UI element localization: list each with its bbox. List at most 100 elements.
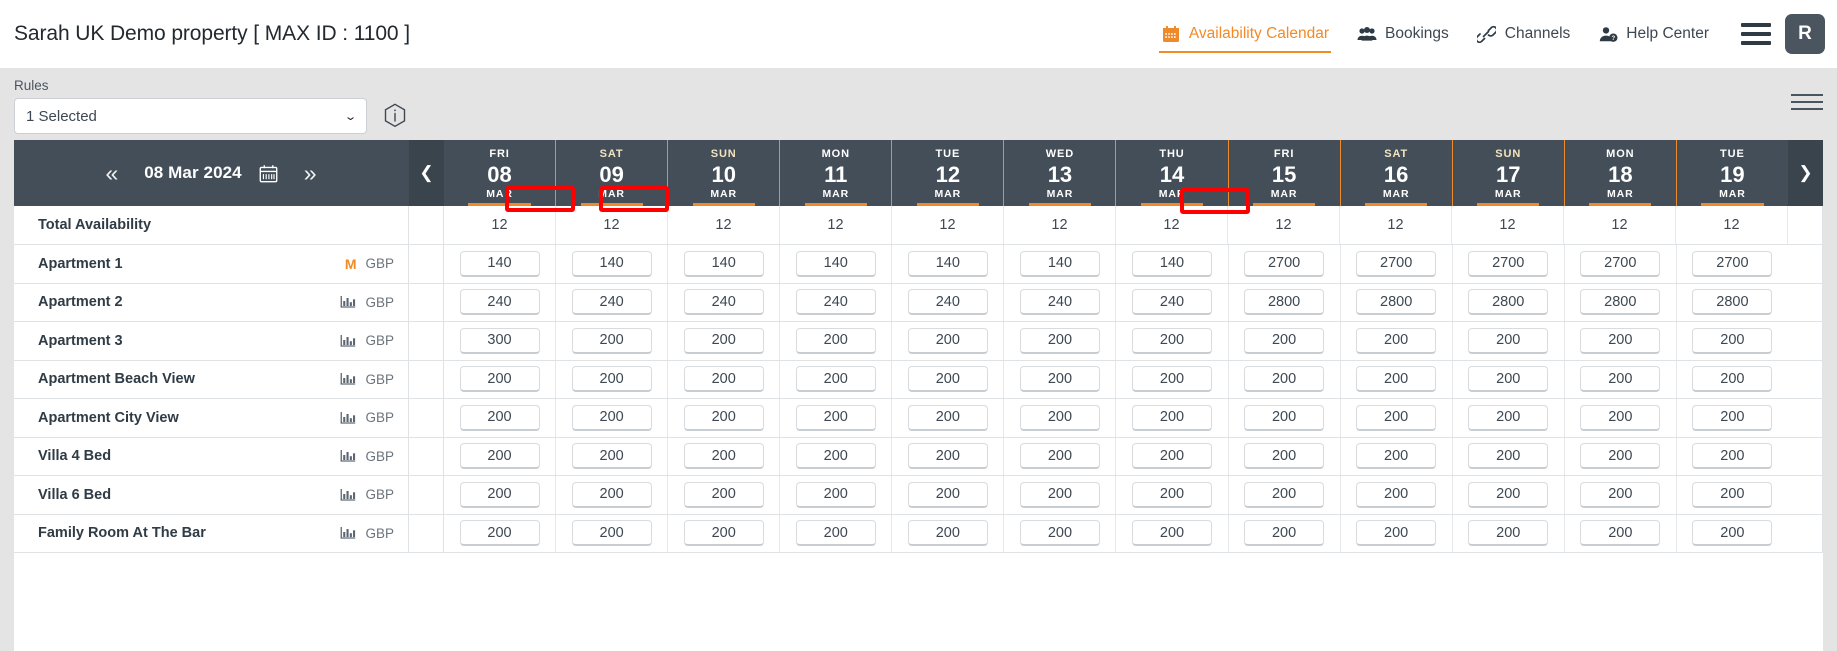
price-cell[interactable]: 200 <box>668 322 780 360</box>
price-input[interactable]: 200 <box>1468 328 1548 354</box>
availability-cell[interactable]: 12 <box>1228 206 1340 244</box>
price-cell[interactable]: 200 <box>668 515 780 553</box>
price-cell[interactable]: 2800 <box>1565 284 1677 322</box>
day-header-11[interactable]: MON11MAR <box>780 140 892 206</box>
price-input[interactable]: 200 <box>908 520 988 546</box>
price-input[interactable]: 200 <box>796 520 876 546</box>
price-cell[interactable]: 240 <box>556 284 668 322</box>
price-input[interactable]: 200 <box>1580 405 1660 431</box>
price-input[interactable]: 200 <box>1020 366 1100 392</box>
price-cell[interactable]: 240 <box>668 284 780 322</box>
double-chevron-right-icon[interactable]: » <box>304 162 317 185</box>
price-input[interactable]: 240 <box>1132 289 1212 315</box>
price-input[interactable]: 200 <box>1356 405 1436 431</box>
day-header-08[interactable]: FRI08MAR <box>444 140 556 206</box>
price-input[interactable]: 200 <box>684 366 764 392</box>
price-cell[interactable]: 140 <box>444 245 556 283</box>
price-cell[interactable]: 200 <box>1004 515 1116 553</box>
availability-cell[interactable]: 12 <box>1116 206 1228 244</box>
price-input[interactable]: 2800 <box>1692 289 1772 315</box>
price-input[interactable]: 200 <box>684 443 764 469</box>
price-input[interactable]: 140 <box>1020 251 1100 277</box>
price-input[interactable]: 200 <box>1468 482 1548 508</box>
price-input[interactable]: 240 <box>908 289 988 315</box>
price-cell[interactable]: 140 <box>892 245 1004 283</box>
price-cell[interactable]: 200 <box>668 438 780 476</box>
price-cell[interactable]: 200 <box>892 515 1004 553</box>
price-input[interactable]: 240 <box>460 289 540 315</box>
price-input[interactable]: 240 <box>572 289 652 315</box>
price-cell[interactable]: 200 <box>1565 361 1677 399</box>
calendar-picker-icon[interactable] <box>259 164 278 183</box>
price-input[interactable]: 200 <box>572 366 652 392</box>
price-input[interactable]: 200 <box>1692 443 1772 469</box>
price-cell[interactable]: 200 <box>892 476 1004 514</box>
price-cell[interactable]: 200 <box>1229 361 1341 399</box>
price-cell[interactable]: 200 <box>1341 361 1453 399</box>
price-cell[interactable]: 200 <box>892 322 1004 360</box>
prev-day-button[interactable]: ❮ <box>409 140 444 206</box>
price-input[interactable]: 200 <box>1692 520 1772 546</box>
price-cell[interactable]: 200 <box>1565 515 1677 553</box>
price-input[interactable]: 200 <box>1580 520 1660 546</box>
price-input[interactable]: 200 <box>1692 482 1772 508</box>
price-input[interactable]: 2800 <box>1356 289 1436 315</box>
price-input[interactable]: 140 <box>684 251 764 277</box>
availability-cell[interactable]: 12 <box>780 206 892 244</box>
day-header-15[interactable]: FRI15MAR <box>1229 140 1341 206</box>
next-day-button[interactable]: ❯ <box>1788 140 1823 206</box>
price-input[interactable]: 200 <box>1580 328 1660 354</box>
rules-select[interactable]: 1 Selected ⌄ <box>14 98 367 134</box>
price-cell[interactable]: 2700 <box>1677 245 1788 283</box>
price-input[interactable]: 200 <box>1356 520 1436 546</box>
price-cell[interactable]: 2800 <box>1341 284 1453 322</box>
price-input[interactable]: 2700 <box>1468 251 1548 277</box>
price-cell[interactable]: 200 <box>556 438 668 476</box>
price-cell[interactable]: 200 <box>1565 438 1677 476</box>
price-cell[interactable]: 200 <box>892 399 1004 437</box>
price-input[interactable]: 200 <box>460 405 540 431</box>
price-input[interactable]: 200 <box>1244 443 1324 469</box>
price-input[interactable]: 2800 <box>1468 289 1548 315</box>
price-input[interactable]: 200 <box>1020 482 1100 508</box>
price-input[interactable]: 2800 <box>1580 289 1660 315</box>
price-cell[interactable]: 200 <box>892 361 1004 399</box>
price-cell[interactable]: 200 <box>668 361 780 399</box>
price-input[interactable]: 200 <box>684 520 764 546</box>
list-view-icon[interactable] <box>1791 86 1823 118</box>
price-cell[interactable]: 2700 <box>1453 245 1565 283</box>
chart-icon[interactable] <box>340 372 356 386</box>
day-header-16[interactable]: SAT16MAR <box>1341 140 1453 206</box>
price-cell[interactable]: 200 <box>1341 476 1453 514</box>
price-cell[interactable]: 200 <box>1004 476 1116 514</box>
price-cell[interactable]: 200 <box>780 438 892 476</box>
price-input[interactable]: 140 <box>1132 251 1212 277</box>
price-cell[interactable]: 200 <box>780 476 892 514</box>
price-cell[interactable]: 200 <box>892 438 1004 476</box>
price-input[interactable]: 200 <box>1132 482 1212 508</box>
price-cell[interactable]: 200 <box>1453 399 1565 437</box>
price-cell[interactable]: 140 <box>1004 245 1116 283</box>
price-cell[interactable]: 200 <box>1229 515 1341 553</box>
price-cell[interactable]: 200 <box>1116 438 1228 476</box>
price-input[interactable]: 200 <box>684 482 764 508</box>
price-input[interactable]: 200 <box>908 328 988 354</box>
price-input[interactable]: 200 <box>1244 328 1324 354</box>
price-cell[interactable]: 200 <box>556 322 668 360</box>
price-cell[interactable]: 200 <box>1453 361 1565 399</box>
availability-cell[interactable]: 12 <box>1676 206 1788 244</box>
chart-icon[interactable] <box>340 295 356 309</box>
price-cell[interactable]: 200 <box>1116 399 1228 437</box>
price-cell[interactable]: 200 <box>668 476 780 514</box>
price-input[interactable]: 200 <box>1356 482 1436 508</box>
price-input[interactable]: 200 <box>684 328 764 354</box>
price-input[interactable]: 200 <box>908 366 988 392</box>
day-header-17[interactable]: SUN17MAR <box>1453 140 1565 206</box>
price-cell[interactable]: 200 <box>1229 322 1341 360</box>
day-header-09[interactable]: SAT09MAR <box>556 140 668 206</box>
price-cell[interactable]: 200 <box>1677 476 1788 514</box>
price-cell[interactable]: 200 <box>444 361 556 399</box>
hamburger-icon[interactable] <box>1741 23 1771 45</box>
price-cell[interactable]: 200 <box>1453 515 1565 553</box>
price-cell[interactable]: 240 <box>1116 284 1228 322</box>
